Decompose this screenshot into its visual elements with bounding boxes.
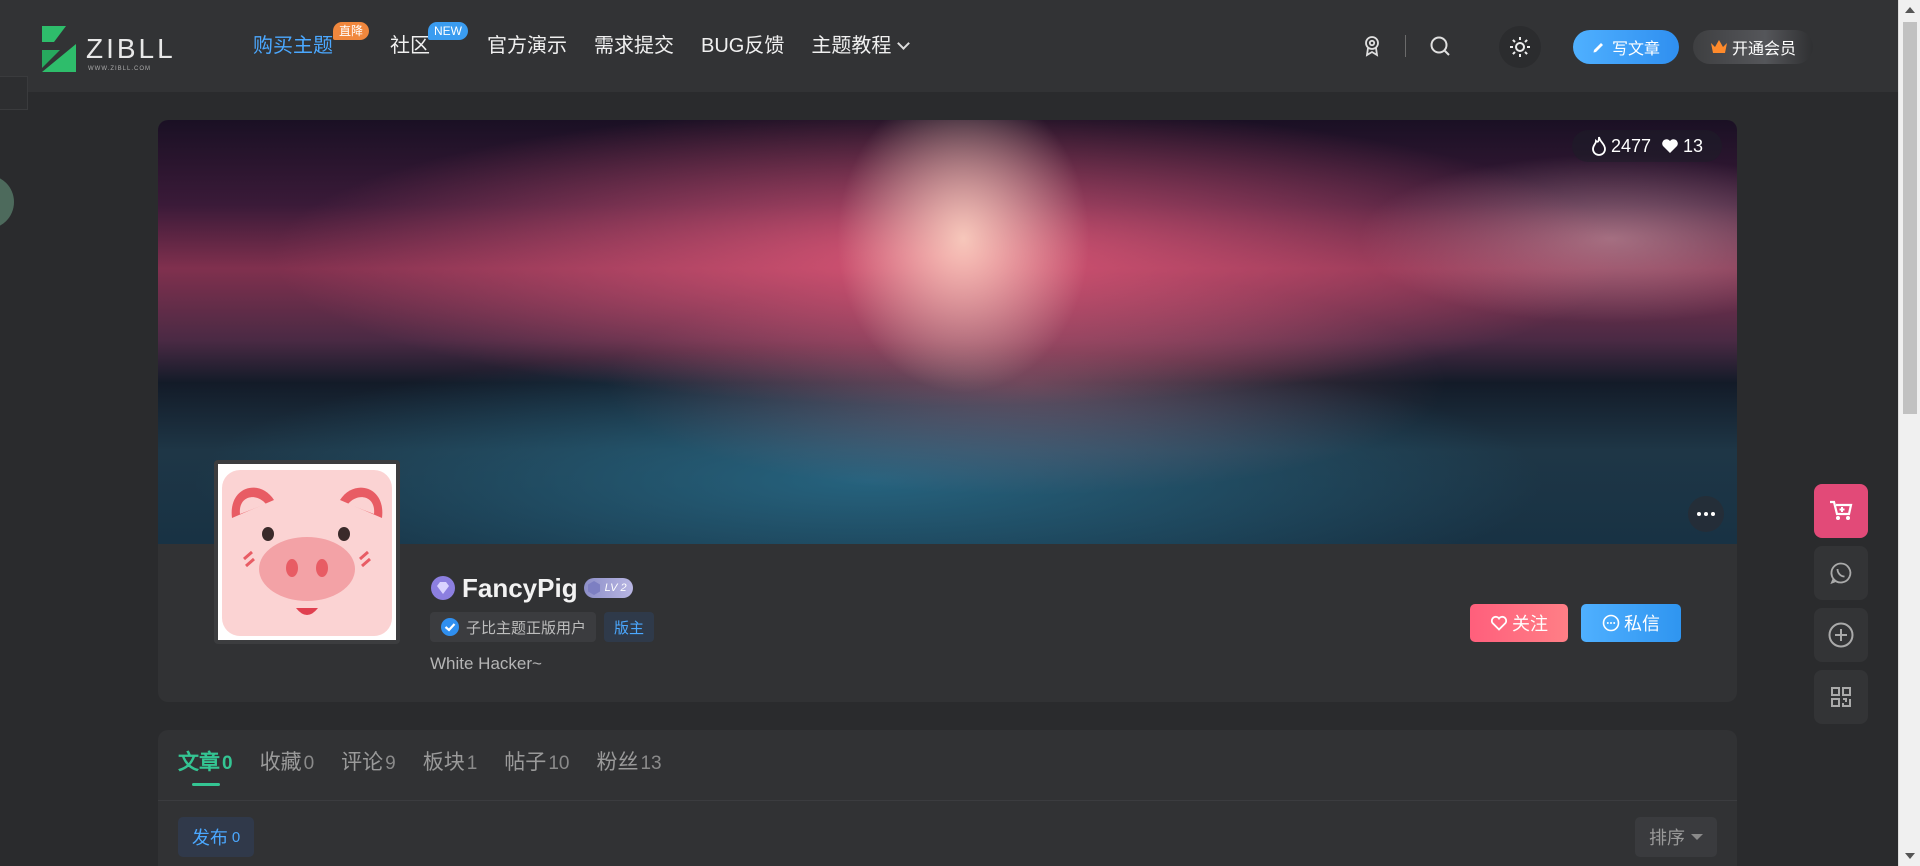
top-header: ZIBLL WWW.ZIBLL.COM 购买主题 直降 社区 NEW 官方演示 … (0, 0, 1898, 92)
write-article-label: 写文章 (1611, 41, 1660, 58)
active-tab-indicator (192, 783, 220, 786)
plus-circle-icon (1828, 622, 1854, 648)
tab-comments[interactable]: 评论 9 (341, 750, 396, 790)
diamond-icon (431, 576, 455, 600)
content-tabs-card: 文章 0 收藏 0 评论 9 板块 1 帖子 10 粉丝 13 发布 0 排序 (158, 730, 1737, 866)
sort-dropdown[interactable]: 排序 (1635, 817, 1717, 857)
tabs-divider (158, 800, 1737, 801)
nav-community-label: 社区 (390, 35, 430, 57)
nav-community[interactable]: 社区 NEW (390, 22, 468, 62)
tab-favorites-count: 0 (303, 753, 315, 774)
page-scrollbar[interactable] (1898, 0, 1920, 866)
tab-favorites[interactable]: 收藏 0 (260, 750, 315, 790)
views-count: 2477 (1610, 135, 1651, 156)
vip-label: 开通会员 (1731, 41, 1796, 58)
nav-buy-theme-label: 购买主题 (253, 35, 333, 57)
nav-buy-theme[interactable]: 购买主题 直降 (253, 22, 369, 62)
user-info: FancyPig LV 2 子比主题正版用户 版主 White Hacker~ (430, 570, 655, 674)
tab-followers[interactable]: 粉丝 13 (596, 750, 661, 790)
level-hex-icon (587, 581, 600, 595)
scroll-up-arrow[interactable] (1905, 7, 1915, 13)
nav-bug-report[interactable]: BUG反馈 (701, 30, 784, 62)
whatsapp-button[interactable] (1814, 546, 1868, 600)
vip-button[interactable]: 开通会员 (1693, 30, 1813, 64)
fire-icon (1592, 136, 1606, 156)
tab-articles-count: 0 (222, 753, 233, 774)
qrcode-icon (1831, 687, 1851, 707)
heart-outline-icon (1490, 615, 1508, 631)
tab-boards[interactable]: 板块 1 (423, 750, 478, 790)
follow-button[interactable]: 关注 (1470, 604, 1568, 642)
main-nav: 购买主题 直降 社区 NEW 官方演示 需求提交 BUG反馈 主题教程 (253, 22, 935, 62)
caret-down-icon (1691, 834, 1703, 840)
tab-boards-count: 1 (466, 753, 478, 774)
award-icon[interactable] (1356, 30, 1388, 62)
nav-tutorials-label: 主题教程 (811, 35, 892, 57)
tab-comments-label: 评论 (341, 751, 384, 774)
message-label: 私信 (1624, 614, 1660, 634)
tab-followers-label: 粉丝 (596, 751, 639, 774)
cart-button[interactable] (1814, 484, 1868, 538)
tab-boards-label: 板块 (422, 751, 465, 774)
whatsapp-icon (1830, 562, 1852, 585)
publish-label: 发布 (191, 828, 228, 848)
message-button[interactable]: 私信 (1581, 604, 1681, 642)
verified-user-label: 子比主题正版用户 (466, 619, 587, 637)
tab-articles-label: 文章 (178, 751, 220, 774)
publish-filter-button[interactable]: 发布 0 (178, 817, 254, 857)
profile-stats: 2477 13 (1572, 130, 1722, 162)
hot-badge: 直降 (332, 22, 369, 40)
nav-tutorials[interactable]: 主题教程 (811, 30, 911, 62)
more-icon (1697, 512, 1715, 516)
level-badge: LV 2 (583, 578, 633, 598)
tab-posts-count: 10 (548, 753, 570, 774)
pencil-icon (1593, 43, 1603, 53)
qrcode-button[interactable] (1814, 670, 1868, 724)
site-logo[interactable]: ZIBLL WWW.ZIBLL.COM (40, 22, 200, 74)
sort-label: 排序 (1649, 828, 1685, 848)
user-bio: White Hacker~ (430, 654, 542, 673)
crown-icon (1710, 40, 1727, 53)
gear-icon (1510, 37, 1530, 57)
follow-label: 关注 (1512, 614, 1548, 634)
tab-followers-count: 13 (640, 753, 662, 774)
write-article-button[interactable]: 写文章 (1573, 30, 1679, 64)
more-options-button[interactable] (1688, 496, 1724, 532)
level-label: LV 2 (604, 582, 627, 594)
verified-user-tag: 子比主题正版用户 (430, 612, 597, 642)
likes-count: 13 (1683, 135, 1704, 156)
likes-stat: 13 (1661, 136, 1703, 157)
verified-icon (441, 618, 459, 636)
tab-comments-count: 9 (385, 753, 396, 774)
new-badge: NEW (428, 22, 468, 40)
cart-icon (1830, 500, 1853, 520)
tab-posts-label: 帖子 (504, 751, 547, 774)
scroll-down-arrow[interactable] (1905, 853, 1915, 859)
moderator-tag: 版主 (604, 612, 655, 642)
nav-requests[interactable]: 需求提交 (594, 30, 674, 62)
views-stat: 2477 (1591, 136, 1651, 157)
logo-text: ZIBLL (86, 33, 176, 64)
add-button[interactable] (1814, 608, 1868, 662)
nav-demo[interactable]: 官方演示 (487, 30, 567, 62)
publish-count: 0 (231, 828, 241, 846)
avatar[interactable] (214, 460, 400, 644)
heart-icon (1662, 139, 1678, 153)
theme-toggle-button[interactable] (1499, 26, 1541, 68)
username[interactable]: FancyPig (462, 573, 578, 604)
left-edge-tab[interactable] (0, 76, 28, 110)
profile-card: 2477 13 FancyPig LV 2 子比主题正版用户 版主 White … (158, 120, 1737, 702)
tab-posts[interactable]: 帖子 10 (504, 750, 569, 790)
chat-icon (1602, 614, 1620, 632)
tab-articles[interactable]: 文章 0 (178, 750, 233, 790)
left-edge-float[interactable] (0, 175, 14, 229)
header-divider (1405, 35, 1406, 57)
search-icon[interactable] (1424, 30, 1456, 62)
content-tabs: 文章 0 收藏 0 评论 9 板块 1 帖子 10 粉丝 13 (178, 750, 662, 790)
logo-subtext: WWW.ZIBLL.COM (88, 66, 151, 72)
chevron-down-icon (897, 37, 911, 50)
scrollbar-thumb[interactable] (1903, 22, 1917, 414)
tab-favorites-label: 收藏 (259, 751, 302, 774)
